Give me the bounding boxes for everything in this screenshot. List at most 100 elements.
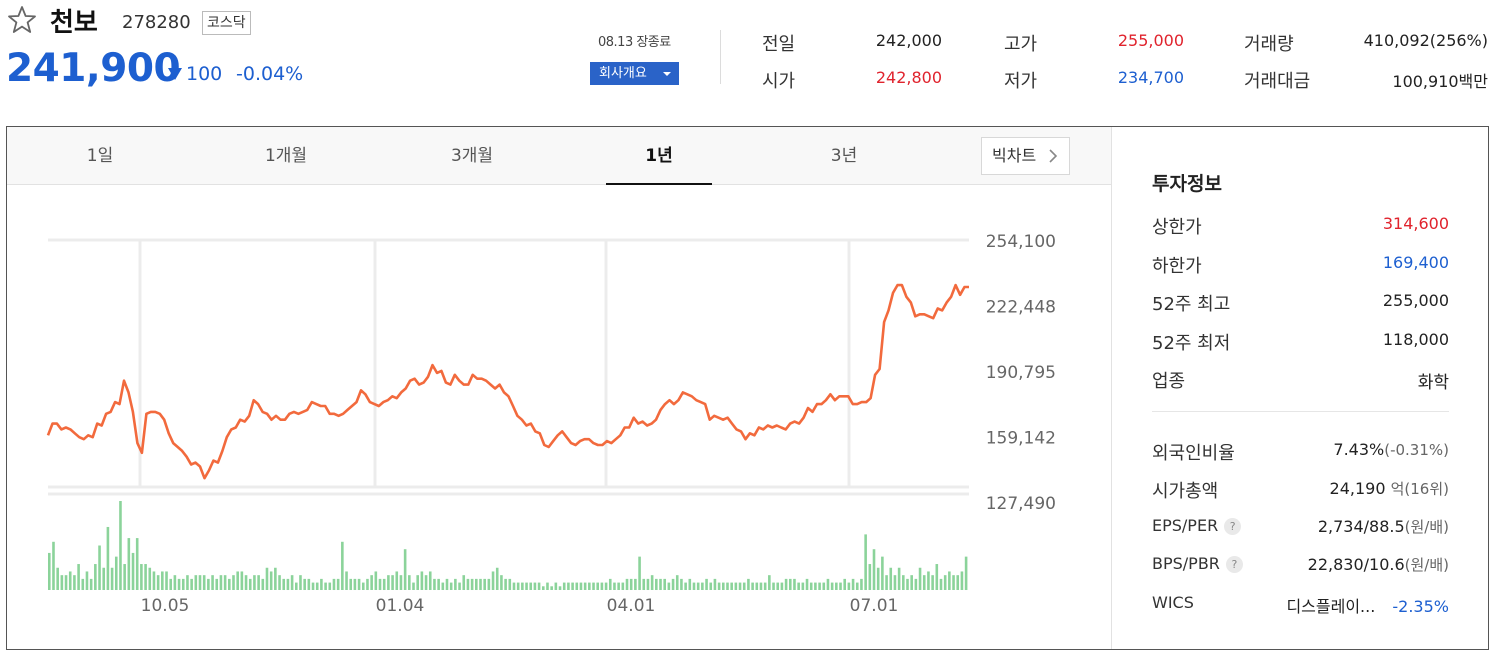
volume-bar bbox=[579, 582, 583, 590]
trade-value-value: 100,910백만 bbox=[1392, 72, 1488, 91]
x-tick-label: 10.05 bbox=[141, 596, 190, 616]
volume-bar bbox=[173, 575, 177, 590]
volume-bar bbox=[269, 571, 273, 590]
x-tick-label: 07.01 bbox=[850, 596, 899, 616]
bigchart-button[interactable]: 빅차트 bbox=[981, 137, 1070, 175]
volume-bar bbox=[324, 582, 327, 590]
high52-label: 52주 최고 bbox=[1152, 294, 1231, 315]
volume-bar bbox=[52, 541, 55, 590]
tab-1m[interactable]: 1개월 bbox=[225, 127, 347, 185]
tab-1d[interactable]: 1일 bbox=[39, 127, 161, 185]
volume-bar bbox=[311, 582, 315, 590]
volume-bar bbox=[575, 582, 579, 590]
investment-info-panel: 투자정보 상한가 314,600 하한가 169,400 52주 최고 255,… bbox=[1112, 127, 1488, 649]
volume-bar bbox=[927, 571, 930, 590]
volume-bar bbox=[533, 582, 537, 590]
foreign-ratio-change: (-0.31%) bbox=[1384, 441, 1449, 459]
company-overview-button[interactable]: 회사개요 bbox=[590, 62, 679, 85]
volume-bar bbox=[479, 578, 482, 591]
volume-bar bbox=[613, 582, 616, 590]
volume-bar bbox=[876, 567, 880, 590]
market-cap-value: 24,190 bbox=[1329, 479, 1386, 498]
volume-bar bbox=[596, 582, 599, 590]
price-change: 100 bbox=[186, 63, 223, 85]
volume-bar bbox=[709, 582, 713, 590]
volume-bar bbox=[780, 582, 784, 590]
volume-bar bbox=[629, 578, 633, 591]
volume-bar bbox=[525, 582, 528, 590]
volume-bar bbox=[768, 575, 771, 590]
volume-bar bbox=[546, 582, 549, 590]
volume-bar bbox=[449, 582, 453, 590]
volume-bar bbox=[395, 571, 399, 590]
volume-bar bbox=[667, 582, 671, 590]
volume-bar bbox=[851, 578, 855, 591]
low52-label: 52주 최저 bbox=[1152, 333, 1231, 354]
high52-value: 255,000 bbox=[1382, 291, 1449, 310]
volume-bar bbox=[722, 582, 725, 590]
volume-bar bbox=[412, 582, 415, 590]
volume-bar bbox=[646, 578, 650, 591]
volume-bar bbox=[219, 575, 223, 590]
bps-pbr-value: 22,830/10.6 bbox=[1307, 555, 1405, 574]
favorite-star-icon[interactable] bbox=[6, 4, 38, 36]
y-tick-label: 127,490 bbox=[986, 494, 1056, 514]
volume-bar bbox=[345, 571, 348, 590]
volume-bar bbox=[286, 578, 290, 591]
tab-1y[interactable]: 1년 bbox=[606, 127, 712, 185]
volume-bar bbox=[274, 567, 277, 590]
tab-3m[interactable]: 3개월 bbox=[411, 127, 533, 185]
market-cap-label: 시가총액 bbox=[1152, 481, 1219, 502]
volume-bar bbox=[303, 578, 306, 591]
y-tick-label: 190,795 bbox=[986, 363, 1056, 383]
volume-bar bbox=[131, 552, 135, 590]
volume-bar bbox=[952, 575, 955, 590]
market-cap-rank: (16위) bbox=[1404, 480, 1449, 498]
volume-bar bbox=[847, 582, 851, 590]
volume-bar bbox=[809, 582, 813, 590]
volume-bar bbox=[94, 564, 97, 590]
volume-bar bbox=[56, 567, 59, 590]
bigchart-label: 빅차트 bbox=[992, 146, 1037, 165]
volume-bar bbox=[784, 578, 788, 591]
upper-limit-label: 상한가 bbox=[1152, 217, 1202, 238]
volume-bar bbox=[583, 582, 587, 590]
volume-bar bbox=[655, 578, 658, 591]
x-tick-label: 01.04 bbox=[376, 596, 425, 616]
volume-bar bbox=[491, 571, 495, 590]
volume-bar bbox=[650, 575, 654, 590]
volume-value: 410,092(256%) bbox=[1363, 31, 1488, 50]
volume-bar bbox=[500, 575, 503, 590]
tab-3y[interactable]: 3년 bbox=[783, 127, 905, 185]
volume-bar bbox=[918, 567, 922, 590]
volume-bar bbox=[462, 575, 466, 590]
open-label: 시가 bbox=[762, 71, 796, 92]
volume-bar bbox=[140, 564, 143, 590]
volume-bar bbox=[571, 582, 574, 590]
help-icon[interactable]: ? bbox=[1225, 556, 1243, 573]
eps-per: 2,734/88.5(원/배) bbox=[1318, 516, 1449, 537]
volume-bar bbox=[830, 582, 834, 590]
volume-bar bbox=[68, 571, 72, 590]
volume-bar bbox=[713, 578, 717, 591]
volume-bar bbox=[788, 578, 792, 591]
volume-bar bbox=[797, 582, 800, 590]
volume-bar bbox=[885, 575, 888, 590]
volume-bar bbox=[935, 564, 939, 590]
volume-bar bbox=[454, 578, 457, 591]
help-icon[interactable]: ? bbox=[1224, 518, 1242, 535]
volume-bar bbox=[562, 582, 566, 590]
volume-bar bbox=[960, 571, 964, 590]
volume-bar bbox=[428, 571, 432, 590]
wics-sector-link[interactable]: 디스플레이... bbox=[1286, 597, 1375, 616]
volume-bar bbox=[60, 575, 64, 590]
volume-bar bbox=[420, 571, 424, 590]
y-tick-label: 254,100 bbox=[986, 232, 1056, 252]
volume-bar bbox=[738, 582, 742, 590]
volume-bar bbox=[776, 582, 780, 590]
volume-bar bbox=[688, 578, 692, 591]
volume-bar bbox=[194, 575, 198, 590]
market-cap: 24,190 억(16위) bbox=[1330, 478, 1449, 499]
high-value: 255,000 bbox=[1117, 31, 1184, 50]
volume-bar bbox=[135, 538, 139, 590]
